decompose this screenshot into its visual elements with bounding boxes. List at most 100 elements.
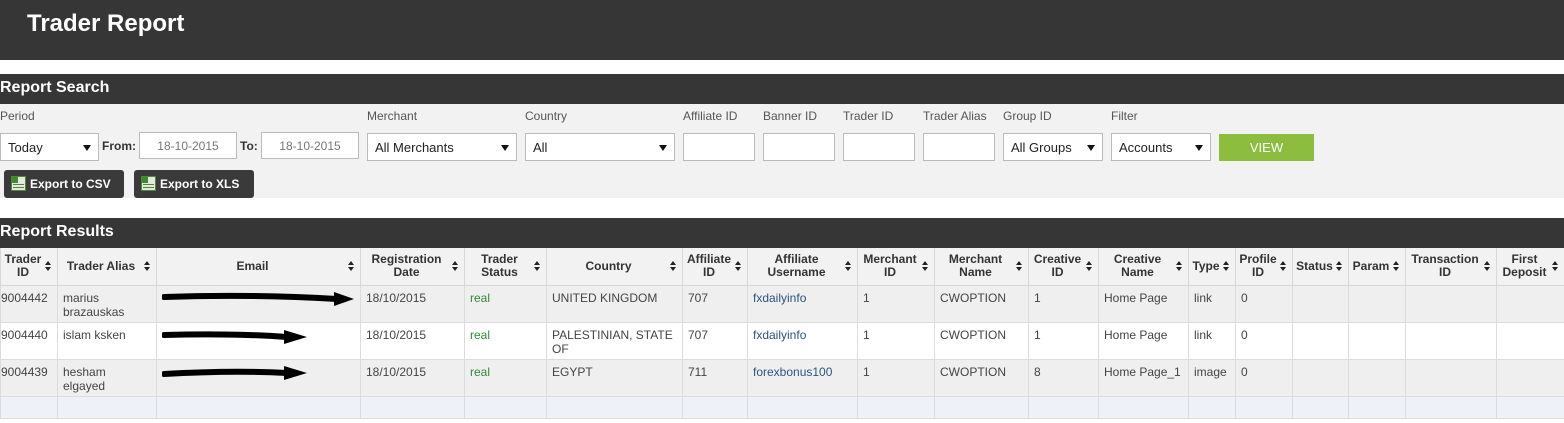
export-xls-label: Export to XLS xyxy=(160,177,240,191)
cell-transaction-id xyxy=(1405,358,1497,397)
to-date-input[interactable]: 18-10-2015 xyxy=(261,132,359,159)
col-header-merchant-name[interactable]: Merchant Name xyxy=(934,248,1029,286)
filter-select[interactable]: Accounts xyxy=(1111,133,1211,161)
sort-icon xyxy=(144,261,151,272)
group-id-select[interactable]: All Groups xyxy=(1003,133,1103,161)
col-header-trader-status[interactable]: Trader Status xyxy=(464,248,547,286)
trader-id-label: Trader ID xyxy=(843,109,894,123)
sort-icon xyxy=(1552,261,1559,272)
sort-icon xyxy=(1016,261,1023,272)
col-header-trader-alias[interactable]: Trader Alias xyxy=(57,248,157,286)
col-header-merchant-id[interactable]: Merchant ID xyxy=(857,248,935,286)
cell-trader-id: 9004440 xyxy=(0,321,58,360)
cell-trader-status: real xyxy=(464,284,547,323)
cell-email-redacted xyxy=(156,358,361,397)
report-results-header: Report Results xyxy=(0,218,1564,248)
cell-country: EGYPT xyxy=(546,358,683,397)
cell-trader-id: 9004439 xyxy=(0,358,58,397)
cell-affiliate-id: 707 xyxy=(682,321,748,360)
merchant-select[interactable]: All Merchants xyxy=(367,133,517,161)
results-table: Trader ID Trader Alias Email Registratio… xyxy=(0,248,1564,419)
cell-creative-name: Home Page xyxy=(1098,284,1189,323)
view-button[interactable]: VIEW xyxy=(1219,134,1314,161)
cell-trader-alias: hesham elgayed xyxy=(57,358,157,397)
cell-trader-status: real xyxy=(464,358,547,397)
col-header-country[interactable]: Country xyxy=(546,248,683,286)
sort-icon xyxy=(348,261,355,272)
cell-creative-id: 1 xyxy=(1028,321,1099,360)
country-select[interactable]: All xyxy=(525,133,675,161)
spreadsheet-icon xyxy=(11,176,26,191)
cell-affiliate-id: 711 xyxy=(682,358,748,397)
col-header-status[interactable]: Status xyxy=(1292,248,1349,286)
cell-merchant-name: CWOPTION xyxy=(934,321,1029,360)
cell-affiliate-username[interactable]: fxdailyinfo xyxy=(747,284,858,323)
cell-transaction-id xyxy=(1405,321,1497,360)
cell-profile-id: 0 xyxy=(1235,321,1293,360)
period-label: Period xyxy=(0,109,35,123)
cell-status xyxy=(1292,321,1349,360)
banner-id-label: Banner ID xyxy=(763,109,818,123)
period-select[interactable]: Today xyxy=(0,133,99,161)
cell-first-deposit xyxy=(1496,284,1564,323)
sort-icon xyxy=(534,261,541,272)
cell-email-redacted xyxy=(156,284,361,323)
cell-affiliate-username[interactable]: fxdailyinfo xyxy=(747,321,858,360)
cell-affiliate-username[interactable]: forexbonus100 xyxy=(747,358,858,397)
filter-label: Filter xyxy=(1111,109,1138,123)
spreadsheet-icon xyxy=(141,176,156,191)
redaction-arrow xyxy=(162,365,355,381)
cell-registration-date: 18/10/2015 xyxy=(360,321,465,360)
table-header-row: Trader ID Trader Alias Email Registratio… xyxy=(0,248,1564,286)
report-search-header: Report Search xyxy=(0,74,1564,104)
group-id-label: Group ID xyxy=(1003,109,1052,123)
col-header-affiliate-id[interactable]: Affiliate ID xyxy=(682,248,748,286)
cell-type: link xyxy=(1188,321,1236,360)
col-header-type[interactable]: Type xyxy=(1188,248,1236,286)
col-header-affiliate-username[interactable]: Affiliate Username xyxy=(747,248,858,286)
export-csv-label: Export to CSV xyxy=(30,177,111,191)
sort-icon xyxy=(1336,261,1343,272)
cell-trader-status: real xyxy=(464,321,547,360)
report-search-title: Report Search xyxy=(0,79,110,96)
col-header-param[interactable]: Param xyxy=(1348,248,1406,286)
col-header-trader-id[interactable]: Trader ID xyxy=(0,248,58,286)
cell-registration-date: 18/10/2015 xyxy=(360,284,465,323)
export-xls-button[interactable]: Export to XLS xyxy=(134,170,254,198)
affiliate-id-input[interactable] xyxy=(683,133,755,161)
table-row: 9004440 islam ksken 18/10/2015 real PALE… xyxy=(0,321,1564,360)
cell-param xyxy=(1348,284,1406,323)
col-header-registration-date[interactable]: Registration Date xyxy=(360,248,465,286)
sort-icon xyxy=(1393,261,1400,272)
export-csv-button[interactable]: Export to CSV xyxy=(4,170,124,198)
banner-id-input[interactable] xyxy=(763,133,835,161)
cell-status xyxy=(1292,284,1349,323)
cell-merchant-id: 1 xyxy=(857,284,935,323)
sort-icon xyxy=(1086,261,1093,272)
cell-affiliate-id: 707 xyxy=(682,284,748,323)
cell-first-deposit xyxy=(1496,358,1564,397)
cell-status xyxy=(1292,358,1349,397)
cell-creative-name: Home Page_1 xyxy=(1098,358,1189,397)
col-header-transaction-id[interactable]: Transaction ID xyxy=(1405,248,1497,286)
col-header-creative-id[interactable]: Creative ID xyxy=(1028,248,1099,286)
cell-creative-id: 1 xyxy=(1028,284,1099,323)
cell-country: PALESTINIAN, STATE OF xyxy=(546,321,683,360)
sort-icon xyxy=(1223,261,1230,272)
col-header-profile-id[interactable]: Profile ID xyxy=(1235,248,1293,286)
col-header-first-deposit[interactable]: First Deposit xyxy=(1496,248,1564,286)
col-header-creative-name[interactable]: Creative Name xyxy=(1098,248,1189,286)
cell-trader-id: 9004442 xyxy=(0,284,58,323)
top-header: Trader Report xyxy=(0,0,1564,60)
sort-icon xyxy=(45,261,52,272)
table-row: 9004439 hesham elgayed 18/10/2015 real E… xyxy=(0,358,1564,397)
from-date-input[interactable]: 18-10-2015 xyxy=(139,132,237,159)
redaction-arrow xyxy=(162,328,355,344)
trader-alias-input[interactable] xyxy=(923,133,995,161)
cell-param xyxy=(1348,321,1406,360)
trader-id-input[interactable] xyxy=(843,133,915,161)
to-label: To: xyxy=(240,139,258,153)
sort-icon xyxy=(735,261,742,272)
col-header-email[interactable]: Email xyxy=(156,248,361,286)
sort-icon xyxy=(1484,261,1491,272)
